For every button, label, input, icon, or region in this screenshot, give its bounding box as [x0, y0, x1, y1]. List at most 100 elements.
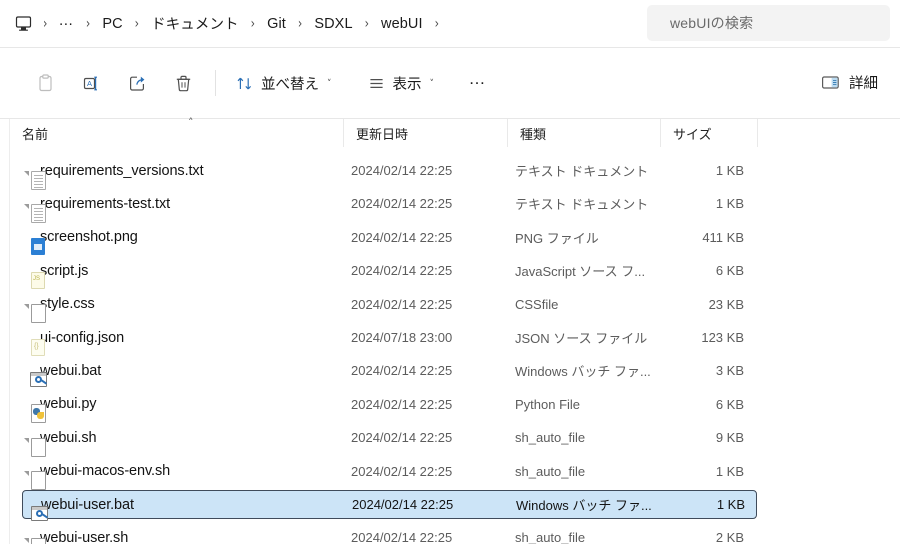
breadcrumb-chevron: ›	[250, 15, 256, 32]
breadcrumb-item-pc[interactable]: PC	[95, 13, 129, 35]
file-size-cell: 6 KB	[715, 396, 744, 412]
paste-button[interactable]	[22, 60, 68, 106]
pc-monitor-icon	[10, 12, 36, 36]
file-size-cell: 1 KB	[716, 497, 745, 512]
file-name-cell: requirements_versions.txt	[24, 162, 204, 190]
file-name-cell: webui-user.bat	[31, 496, 134, 521]
table-row[interactable]: requirements_versions.txt 2024/02/14 22:2…	[22, 156, 757, 190]
breadcrumb-chevron: ›	[43, 15, 48, 32]
table-row[interactable]: ui-config.json 2024/07/18 23:00 JSON ソース フ…	[22, 323, 757, 356]
file-name-label: webui-user.bat	[41, 496, 134, 513]
breadcrumb-chevron: ›	[297, 15, 303, 32]
search-placeholder: webUIの検索	[670, 15, 754, 31]
address-bar: › … › PC › ドキュメント › Git › SDXL › webUI ›…	[0, 0, 900, 47]
sort-button[interactable]: 並べ替え ˅	[225, 60, 343, 106]
column-header-type[interactable]: 種類	[507, 119, 660, 147]
file-date-cell: 2024/02/14 22:25	[351, 163, 453, 178]
table-row[interactable]: style.css 2024/02/14 22:25 CSSfile 23 KB	[22, 290, 757, 324]
breadcrumb-overflow[interactable]: …	[52, 12, 81, 29]
breadcrumb-chevron: ›	[134, 15, 140, 32]
file-type-cell: sh_auto_file	[515, 463, 586, 479]
file-name-label: screenshot.png	[40, 229, 138, 246]
breadcrumb-item-documents[interactable]: ドキュメント	[144, 10, 246, 37]
table-row[interactable]: webui-user.sh 2024/02/14 22:25 sh_auto_fil…	[22, 523, 757, 544]
file-name-label: requirements_versions.txt	[40, 162, 204, 179]
navigation-rail	[0, 119, 10, 544]
view-button[interactable]: 表示 ˅	[357, 60, 446, 106]
file-name-cell: webui-macos-env.sh	[24, 463, 171, 491]
file-name-cell: screenshot.png	[30, 229, 138, 256]
breadcrumb-chevron: ›	[364, 15, 370, 32]
column-header-type-label: 種類	[520, 126, 547, 142]
column-header-name[interactable]: 名前 ˄	[10, 116, 343, 147]
file-size-cell: 1 KB	[715, 463, 744, 479]
table-row[interactable]: webui.sh 2024/02/14 22:25 sh_auto_file 9 KB	[22, 423, 757, 457]
file-name-cell: webui-user.sh	[24, 529, 129, 544]
file-size-cell: 2 KB	[715, 530, 744, 544]
search-input[interactable]: webUIの検索	[647, 5, 890, 41]
file-size-cell: 23 KB	[708, 296, 744, 312]
command-bar: A 並べ替え ˅ 表示 ˅ … 詳細	[0, 48, 900, 118]
file-name-label: webui.bat	[40, 362, 102, 379]
file-name-label: script.js	[40, 262, 89, 279]
breadcrumb-item-sdxl[interactable]: SDXL	[307, 13, 359, 35]
file-date-cell: 2024/02/14 22:25	[351, 530, 453, 544]
table-row[interactable]: webui.py 2024/02/14 22:25 Python File 6 KB	[22, 390, 757, 424]
file-date-cell: 2024/02/14 22:25	[351, 229, 453, 245]
breadcrumb-item-git[interactable]: Git	[260, 13, 293, 35]
details-pane-button[interactable]: 詳細	[813, 59, 886, 105]
more-options-button[interactable]: …	[455, 60, 501, 106]
file-name-label: ui-config.json	[40, 329, 125, 346]
file-type-cell: Python File	[515, 396, 581, 412]
file-date-cell: 2024/02/14 22:25	[351, 430, 453, 446]
file-type-cell: Windows バッチ ファ...	[515, 364, 651, 380]
file-name-cell: webui.bat	[30, 362, 102, 387]
column-header-date[interactable]: 更新日時	[343, 119, 507, 147]
file-type-cell: PNG ファイル	[515, 230, 599, 246]
file-date-cell: 2024/02/14 22:25	[351, 196, 453, 212]
rename-button[interactable]: A	[68, 60, 114, 106]
chevron-down-icon: ˅	[429, 79, 435, 89]
file-date-cell: 2024/02/14 22:25	[352, 497, 454, 512]
file-list-pane: 名前 ˄ 更新日時 種類 サイズ requirements_versions.t…	[0, 116, 900, 544]
breadcrumb-chevron: ›	[434, 15, 440, 32]
column-header-date-label: 更新日時	[356, 126, 409, 142]
file-name-label: requirements-test.txt	[40, 195, 171, 212]
table-row[interactable]: requirements-test.txt 2024/02/14 22:25 テキス…	[22, 189, 757, 223]
file-type-cell: JSON ソース ファイル	[515, 331, 648, 346]
table-row[interactable]: webui.bat 2024/02/14 22:25 Windows バッチ ファ.…	[22, 356, 757, 387]
file-explorer-window: › … › PC › ドキュメント › Git › SDXL › webUI ›…	[0, 0, 900, 544]
table-row[interactable]: script.js 2024/02/14 22:25 JavaScript ソース …	[22, 256, 757, 289]
file-type-cell: CSSfile	[515, 296, 559, 312]
column-header-size[interactable]: サイズ	[660, 119, 757, 147]
sort-ascending-icon: ˄	[188, 116, 194, 129]
table-row[interactable]: webui-macos-env.sh 2024/02/14 22:25 sh_aut…	[22, 457, 757, 491]
file-size-cell: 123 KB	[701, 330, 744, 345]
file-date-cell: 2024/07/18 23:00	[351, 330, 453, 345]
breadcrumb-item-webui[interactable]: webUI	[374, 13, 430, 35]
details-pane-label: 詳細	[849, 75, 878, 92]
file-name-label: webui-user.sh	[40, 529, 129, 544]
sort-label: 並べ替え	[261, 76, 319, 93]
table-row[interactable]: webui-user.bat 2024/02/14 22:25 Windows バッ…	[22, 490, 757, 521]
file-name-cell: style.css	[24, 296, 95, 324]
file-name-label: webui-macos-env.sh	[40, 463, 171, 480]
file-name-cell: ui-config.json	[30, 329, 125, 356]
column-header-name-label: 名前	[22, 126, 49, 142]
file-type-cell: テキスト ドキュメント	[515, 197, 649, 213]
view-label: 表示	[392, 76, 422, 93]
share-button[interactable]	[114, 60, 160, 106]
delete-button[interactable]	[160, 60, 206, 106]
file-size-cell: 3 KB	[715, 363, 744, 379]
file-name-label: webui.py	[40, 396, 97, 413]
breadcrumb-chevron: ›	[85, 15, 91, 32]
file-size-cell: 1 KB	[715, 163, 744, 178]
file-type-cell: sh_auto_file	[515, 430, 586, 446]
file-name-label: style.css	[40, 296, 95, 313]
file-size-cell: 411 KB	[702, 229, 744, 245]
file-type-cell: JavaScript ソース フ...	[515, 264, 646, 280]
column-header-size-label: サイズ	[673, 126, 712, 142]
table-row[interactable]: screenshot.png 2024/02/14 22:25 PNG ファイル 41…	[22, 223, 757, 256]
file-name-label: webui.sh	[40, 429, 97, 446]
breadcrumb: › … › PC › ドキュメント › Git › SDXL › webUI ›	[0, 8, 444, 40]
